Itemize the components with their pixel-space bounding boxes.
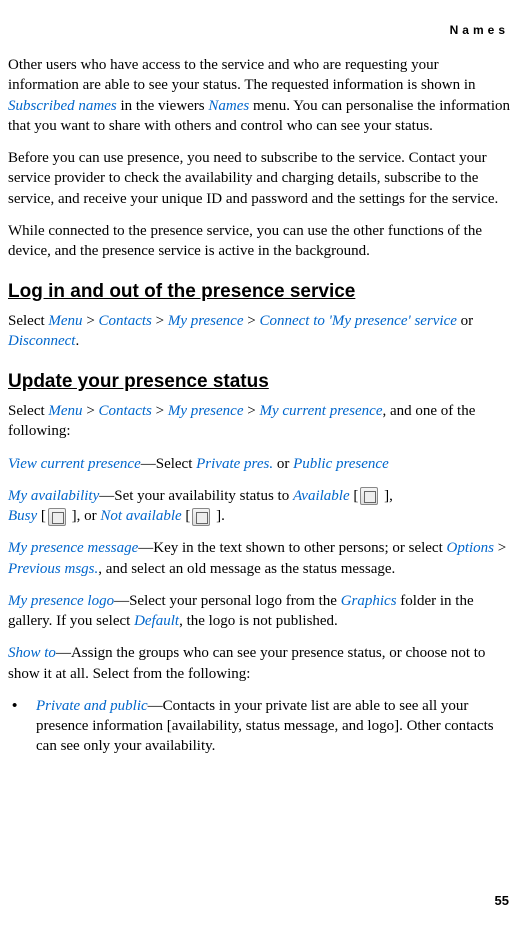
link-private-and-public: Private and public	[36, 698, 148, 714]
text: ],	[380, 488, 393, 504]
heading-update-status: Update your presence status	[8, 369, 511, 395]
text: ].	[212, 508, 225, 524]
link-my-presence: My presence	[168, 313, 244, 329]
text: >	[244, 403, 260, 419]
section-header: Names	[450, 22, 509, 38]
text: or	[273, 456, 293, 472]
page-number: 55	[495, 892, 509, 910]
paragraph-1: Other users who have access to the servi…	[8, 55, 511, 136]
link-not-available: Not available	[100, 508, 181, 524]
bullet-private-public: • Private and public—Contacts in your pr…	[8, 696, 511, 757]
paragraph-8: My presence message—Key in the text show…	[8, 538, 511, 579]
text: .	[75, 333, 79, 349]
text: ], or	[68, 508, 101, 524]
link-my-current-presence: My current presence	[259, 403, 382, 419]
link-public-presence: Public presence	[293, 456, 389, 472]
text: —Key in the text shown to other persons;…	[138, 540, 446, 556]
paragraph-3: While connected to the presence service,…	[8, 221, 511, 262]
text: Other users who have access to the servi…	[8, 57, 476, 93]
link-default: Default	[134, 613, 179, 629]
text: —Select your personal logo from the	[114, 593, 341, 609]
link-my-presence-message: My presence message	[8, 540, 138, 556]
text: [	[182, 508, 191, 524]
text: >	[494, 540, 506, 556]
link-available: Available	[293, 488, 350, 504]
link-previous-msgs: Previous msgs.	[8, 561, 98, 577]
paragraph-5: Select Menu > Contacts > My presence > M…	[8, 401, 511, 442]
paragraph-7: My availability—Set your availability st…	[8, 486, 511, 527]
paragraph-2: Before you can use presence, you need to…	[8, 148, 511, 209]
link-menu: Menu	[48, 313, 82, 329]
text: Select	[8, 313, 48, 329]
link-disconnect: Disconnect	[8, 333, 75, 349]
paragraph-4: Select Menu > Contacts > My presence > C…	[8, 311, 511, 352]
link-view-current-presence: View current presence	[8, 456, 141, 472]
not-available-icon	[192, 508, 210, 526]
available-icon	[360, 487, 378, 505]
heading-log-in-out: Log in and out of the presence service	[8, 279, 511, 305]
text: >	[152, 403, 168, 419]
paragraph-6: View current presence—Select Private pre…	[8, 454, 511, 474]
page-content: Other users who have access to the servi…	[8, 55, 511, 757]
busy-icon	[48, 508, 66, 526]
link-contacts: Contacts	[99, 313, 152, 329]
link-subscribed-names: Subscribed names	[8, 98, 117, 114]
paragraph-9: My presence logo—Select your personal lo…	[8, 591, 511, 632]
text: [	[350, 488, 359, 504]
text: Select	[8, 403, 48, 419]
link-graphics: Graphics	[341, 593, 397, 609]
paragraph-10: Show to—Assign the groups who can see yo…	[8, 643, 511, 684]
text: —Assign the groups who can see your pres…	[8, 645, 485, 681]
text: [	[37, 508, 46, 524]
text: >	[83, 313, 99, 329]
link-menu: Menu	[48, 403, 82, 419]
text: >	[83, 403, 99, 419]
text: >	[244, 313, 260, 329]
bullet-mark: •	[12, 696, 36, 757]
link-my-presence-logo: My presence logo	[8, 593, 114, 609]
link-private-pres: Private pres.	[196, 456, 273, 472]
text: , and select an old message as the statu…	[98, 561, 395, 577]
bullet-text: Private and public—Contacts in your priv…	[36, 696, 511, 757]
link-contacts: Contacts	[99, 403, 152, 419]
text: , the logo is not published.	[179, 613, 338, 629]
link-names: Names	[208, 98, 249, 114]
text: or	[457, 313, 473, 329]
link-connect-service: Connect to 'My presence' service	[259, 313, 456, 329]
link-my-presence: My presence	[168, 403, 244, 419]
text: —Select	[141, 456, 196, 472]
text: >	[152, 313, 168, 329]
link-my-availability: My availability	[8, 488, 99, 504]
text: in the viewers	[117, 98, 209, 114]
link-busy: Busy	[8, 508, 37, 524]
link-show-to: Show to	[8, 645, 56, 661]
link-options: Options	[447, 540, 495, 556]
text: —Set your availability status to	[99, 488, 293, 504]
